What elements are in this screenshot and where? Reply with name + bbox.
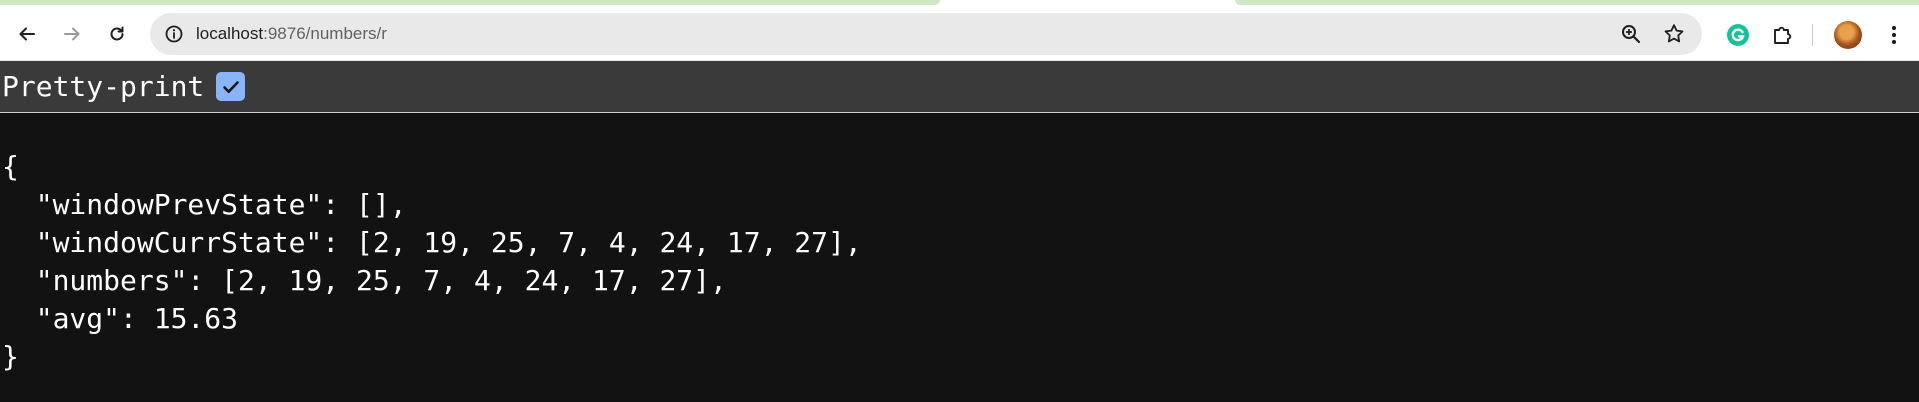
checkmark-icon: [222, 80, 239, 93]
json-line-avg: "avg": 15.63: [2, 302, 239, 335]
pretty-print-label: Pretty-print: [2, 70, 205, 103]
tab-background[interactable]: [1235, 0, 1919, 5]
arrow-right-icon: [64, 27, 80, 41]
zoom-in-icon: [1622, 25, 1641, 44]
extensions-button[interactable]: [1768, 21, 1796, 49]
json-close-brace: }: [2, 340, 19, 373]
tab-strip: [0, 0, 1919, 8]
browser-menu-button[interactable]: [1880, 21, 1908, 49]
puzzle-icon: [1774, 26, 1792, 44]
reload-icon: [110, 26, 124, 41]
grammarly-icon: [1727, 24, 1749, 46]
url-host: localhost: [196, 24, 264, 43]
json-line-window-curr-state: "windowCurrState": [2, 19, 25, 7, 4, 24,…: [2, 226, 862, 259]
address-bar[interactable]: localhost:9876/numbers/r: [150, 13, 1702, 55]
json-line-numbers: "numbers": [2, 19, 25, 7, 4, 24, 17, 27]…: [2, 264, 727, 297]
toolbar-divider: [1812, 24, 1813, 46]
forward-button[interactable]: [55, 17, 89, 51]
json-open-brace: {: [2, 150, 19, 183]
site-info-button[interactable]: [162, 22, 186, 46]
url-path: :9876/numbers/r: [263, 24, 387, 43]
url-text[interactable]: localhost:9876/numbers/r: [196, 13, 387, 55]
back-button[interactable]: [10, 17, 44, 51]
bookmark-button[interactable]: [1662, 22, 1686, 50]
arrow-left-icon: [19, 27, 35, 41]
json-line-window-prev-state: "windowPrevState": [],: [2, 188, 407, 221]
pretty-print-bar: Pretty-print: [0, 61, 1919, 113]
tab-background[interactable]: [0, 0, 940, 5]
star-icon: [1664, 24, 1684, 43]
browser-toolbar: localhost:9876/numbers/r: [0, 8, 1919, 61]
reload-button[interactable]: [100, 17, 134, 51]
profile-avatar[interactable]: [1834, 21, 1862, 49]
json-output: { "windowPrevState": [], "windowCurrStat…: [2, 148, 862, 376]
site-info-icon: [165, 25, 183, 43]
grammarly-extension[interactable]: [1724, 21, 1752, 49]
zoom-button[interactable]: [1620, 23, 1642, 49]
pretty-print-checkbox[interactable]: [216, 72, 246, 101]
kebab-menu-icon: [1891, 25, 1897, 45]
